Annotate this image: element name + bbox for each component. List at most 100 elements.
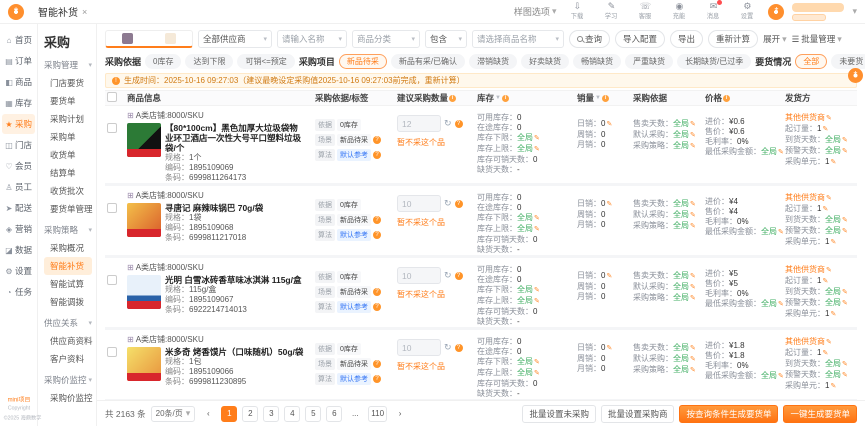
sidebar-item-supplier-info[interactable]: 供应商资料	[44, 332, 92, 350]
col-sales[interactable]: 销量▼i	[577, 92, 633, 104]
project-pill-new-pending[interactable]: 新品待采	[339, 54, 387, 69]
settings-button[interactable]: ⚙ 设置	[734, 2, 760, 21]
sell-days-link[interactable]: 全局	[673, 199, 689, 208]
strategy-link[interactable]: 全局	[673, 141, 689, 150]
strategy-link[interactable]: 全局	[673, 365, 689, 374]
algo-value-chip[interactable]: 默认参考	[337, 149, 371, 161]
edit-icon[interactable]: ✎	[826, 267, 832, 274]
sell-days-link[interactable]: 全局	[673, 343, 689, 352]
generate-by-query-button[interactable]: 按查询条件生成要货单	[679, 405, 778, 423]
edit-icon[interactable]: ✎	[822, 350, 828, 357]
skip-product-link[interactable]: 暂不采这个品	[397, 361, 445, 372]
basis-pill-zero-stock[interactable]: 0库存	[145, 54, 181, 69]
edit-icon[interactable]: ✎	[690, 201, 696, 208]
rail-item-delivery[interactable]: ➤配送	[2, 198, 35, 218]
arrival-days-link[interactable]: 全局	[825, 215, 841, 224]
edit-icon[interactable]: ✎	[690, 132, 696, 139]
sidebar-item-price-monitor[interactable]: 采购价监控	[44, 389, 92, 407]
skip-product-link[interactable]: 暂不采这个品	[397, 217, 445, 228]
product-search-input[interactable]: 请选择商品名称▾	[472, 30, 564, 48]
edit-icon[interactable]: ✎	[690, 143, 696, 150]
edit-icon[interactable]: ✎	[690, 345, 696, 352]
edit-icon[interactable]: ✎	[826, 339, 832, 346]
refresh-icon[interactable]: ↻	[444, 342, 452, 353]
batch-set-unpurchased-button[interactable]: 批量设置未采购	[522, 405, 596, 423]
rail-item-marketing[interactable]: ◈营销	[2, 219, 35, 239]
section-supply-relation[interactable]: 供应关系▾	[44, 317, 92, 329]
help-icon[interactable]: ?	[455, 120, 463, 128]
edit-icon[interactable]: ✎	[534, 215, 540, 222]
edit-icon[interactable]: ✎	[830, 239, 836, 246]
edit-icon[interactable]: ✎	[690, 223, 696, 230]
info-icon[interactable]: i	[602, 95, 609, 102]
project-pill-severe-oos[interactable]: 严重缺货	[625, 54, 673, 69]
suggest-qty-input[interactable]: 10	[397, 339, 441, 356]
project-pill-hot-oos[interactable]: 畅销缺货	[573, 54, 621, 69]
store-group-toggle[interactable]: ⊞A类店铺:8000/SKU	[127, 334, 315, 345]
help-icon[interactable]: ?	[373, 136, 381, 144]
view-tab-2[interactable]	[149, 31, 192, 46]
product-name[interactable]: 寻唐记 麻辣味锅巴 70g/袋	[165, 203, 263, 213]
sidebar-item-smart-replenish[interactable]: 智能补货	[44, 257, 92, 275]
page-3[interactable]: 3	[263, 406, 279, 422]
stock-upper-link[interactable]: 全局	[517, 144, 533, 153]
stock-lower-link[interactable]: 全局	[517, 357, 533, 366]
sidebar-item-purchase-order[interactable]: 采购单	[44, 128, 92, 146]
other-supplier-link[interactable]: 其他供货商	[785, 193, 825, 202]
min-amount-link[interactable]: 全局	[761, 227, 777, 236]
sidebar-item-request-order[interactable]: 要货单	[44, 92, 92, 110]
edit-icon[interactable]: ✎	[830, 159, 836, 166]
row-checkbox[interactable]	[107, 203, 117, 213]
strategy-link[interactable]: 全局	[673, 293, 689, 302]
search-button[interactable]: 查询	[569, 30, 610, 48]
other-supplier-link[interactable]: 其他供货商	[785, 337, 825, 346]
select-all-checkbox[interactable]	[107, 92, 117, 102]
stock-lower-link[interactable]: 全局	[517, 285, 533, 294]
other-supplier-link[interactable]: 其他供货商	[785, 265, 825, 274]
default-purchase-link[interactable]: 全局	[673, 282, 689, 291]
suggest-qty-input[interactable]: 10	[397, 195, 441, 212]
edit-icon[interactable]: ✎	[830, 311, 836, 318]
edit-icon[interactable]: ✎	[842, 217, 848, 224]
generate-all-button[interactable]: 一键生成要货单	[783, 405, 857, 423]
user-name-redacted[interactable]	[792, 3, 844, 21]
edit-icon[interactable]: ✎	[842, 361, 848, 368]
help-icon[interactable]: ?	[373, 303, 381, 311]
edit-icon[interactable]: ✎	[690, 367, 696, 374]
edit-icon[interactable]: ✎	[778, 229, 784, 236]
edit-icon[interactable]: ✎	[690, 284, 696, 291]
edit-icon[interactable]: ✎	[690, 356, 696, 363]
skip-product-link[interactable]: 暂不采这个品	[397, 289, 445, 300]
default-purchase-link[interactable]: 全局	[673, 130, 689, 139]
basis-pill-lower-limit[interactable]: 达到下限	[185, 54, 233, 69]
tab-close-icon[interactable]: ×	[82, 7, 87, 17]
sidebar-item-store-request[interactable]: 门店要货	[44, 74, 92, 92]
suggest-qty-input[interactable]: 10	[397, 267, 441, 284]
arrival-days-link[interactable]: 全局	[825, 135, 841, 144]
project-pill-slow-oos[interactable]: 滞销缺货	[469, 54, 517, 69]
edit-icon[interactable]: ✎	[842, 372, 848, 379]
sidebar-item-smart-allocate[interactable]: 智能调拨	[44, 293, 92, 311]
sidebar-item-receive-batch[interactable]: 收货批次	[44, 182, 92, 200]
mini-project-label[interactable]: mini项目	[3, 396, 35, 405]
section-procurement-mgmt[interactable]: 采购管理▾	[44, 59, 92, 71]
edit-icon[interactable]: ✎	[778, 301, 784, 308]
section-price-monitor[interactable]: 采购价监控▾	[44, 374, 92, 386]
expand-toggle[interactable]: 展开▾	[763, 33, 787, 45]
edit-icon[interactable]: ✎	[822, 206, 828, 213]
batch-set-supplier-button[interactable]: 批量设置采购商	[601, 405, 675, 423]
next-page-button[interactable]: ›	[392, 406, 408, 422]
edit-icon[interactable]: ✎	[534, 226, 540, 233]
messages-button[interactable]: ✉ 消息	[700, 2, 726, 21]
rail-item-orders[interactable]: ▤订单	[2, 51, 35, 71]
edit-icon[interactable]: ✎	[690, 212, 696, 219]
arrival-days-link[interactable]: 全局	[825, 287, 841, 296]
rail-item-products[interactable]: ◧商品	[2, 72, 35, 92]
rail-item-tasks[interactable]: ◔任务	[2, 282, 35, 302]
refresh-icon[interactable]: ↻	[444, 118, 452, 129]
info-icon[interactable]: i	[449, 95, 456, 102]
row-checkbox[interactable]	[107, 347, 117, 357]
edit-icon[interactable]: ✎	[534, 146, 540, 153]
edit-icon[interactable]: ✎	[606, 201, 612, 208]
edit-icon[interactable]: ✎	[826, 115, 832, 122]
